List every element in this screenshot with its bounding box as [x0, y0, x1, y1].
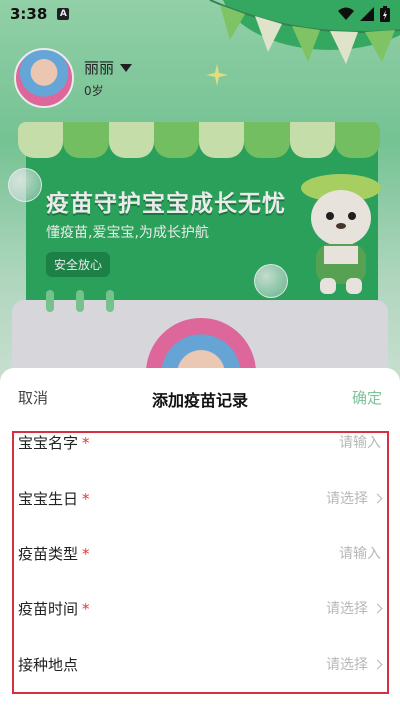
field-label: 宝宝生日 — [18, 489, 79, 508]
required-mark: * — [82, 489, 90, 508]
home-screen-background: 3:38 A 丽丽 0岁 疫苗守护宝宝成长无忧 懂疫苗,爱宝宝,为成长护航 安全… — [0, 0, 400, 400]
field-baby-name[interactable]: 宝宝名字 * 请输入 — [14, 427, 387, 457]
field-label: 接种地点 — [18, 655, 79, 674]
chevron-right-icon — [372, 603, 383, 613]
field-label: 宝宝名字 — [18, 433, 79, 452]
vaccine-form: 宝宝名字 * 请输入 宝宝生日 * 请选择 疫苗类型 * 请输入 疫苗时间 * 请选择 … — [12, 431, 389, 694]
modal-overlay[interactable] — [0, 0, 400, 400]
field-vaccination-site[interactable]: 接种地点 请选择 — [14, 649, 387, 679]
chevron-right-icon — [372, 493, 383, 503]
required-mark: * — [82, 544, 90, 563]
field-label: 疫苗类型 — [18, 544, 79, 563]
sheet-title: 添加疫苗记录 — [151, 391, 248, 410]
field-label: 疫苗时间 — [18, 599, 79, 618]
chevron-right-icon — [372, 659, 383, 669]
vaccination-site-select[interactable]: 请选择 — [326, 654, 368, 674]
required-mark: * — [82, 433, 90, 452]
add-vaccine-sheet: 取消 添加疫苗记录 确定 宝宝名字 * 请输入 宝宝生日 * 请选择 疫苗类型 * 请… — [0, 368, 400, 710]
confirm-button[interactable]: 确定 — [352, 387, 382, 408]
required-mark: * — [82, 599, 90, 618]
vaccine-type-input[interactable]: 请输入 — [339, 543, 381, 563]
sheet-header: 取消 添加疫苗记录 确定 — [0, 368, 400, 426]
field-vaccine-type[interactable]: 疫苗类型 * 请输入 — [14, 538, 387, 568]
birthday-select[interactable]: 请选择 — [326, 488, 368, 508]
vaccine-time-select[interactable]: 请选择 — [326, 598, 368, 618]
baby-name-input[interactable]: 请输入 — [339, 432, 381, 452]
field-vaccine-time[interactable]: 疫苗时间 * 请选择 — [14, 593, 387, 623]
field-baby-birthday[interactable]: 宝宝生日 * 请选择 — [14, 483, 387, 513]
